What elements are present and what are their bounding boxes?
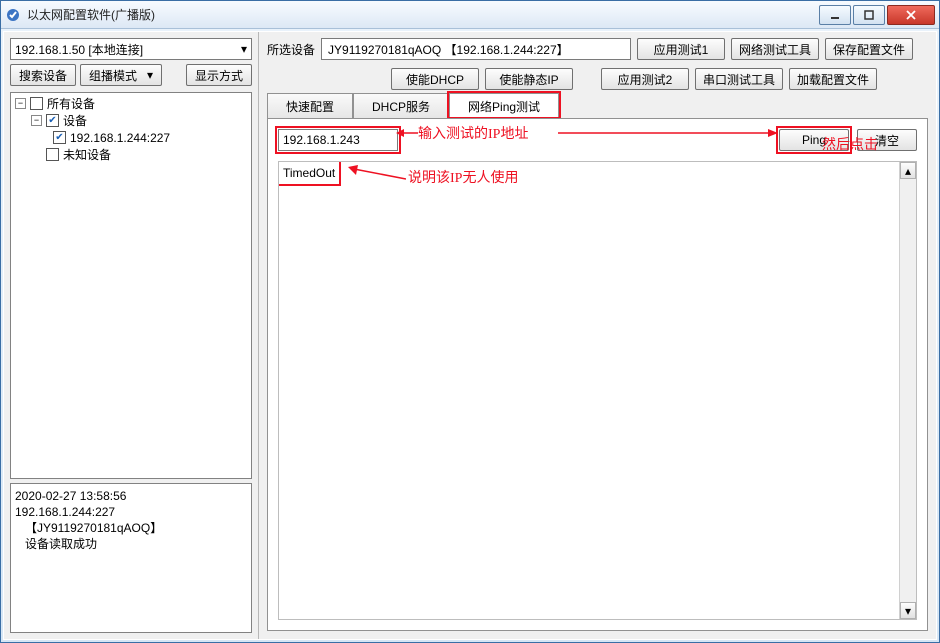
save-config-button[interactable]: 保存配置文件 xyxy=(825,38,913,60)
annotation-arrow-ip xyxy=(396,127,418,139)
app-test-2-button[interactable]: 应用测试2 xyxy=(601,68,689,90)
selected-device-label: 所选设备 xyxy=(267,41,315,58)
app-icon xyxy=(5,7,21,23)
chevron-down-icon: ▾ xyxy=(147,68,153,82)
scroll-track[interactable] xyxy=(900,179,916,602)
ping-output-line: TimedOut xyxy=(283,166,335,180)
log-line: 设备读取成功 xyxy=(15,537,97,551)
app-test-1-button[interactable]: 应用测试1 xyxy=(637,38,725,60)
tree-node-devices[interactable]: − ✔ 设备 xyxy=(11,112,251,129)
annotation-then-click: 然后点击 xyxy=(822,134,878,154)
left-top-controls: 192.168.1.50 [本地连接] ▾ 搜索设备 组播模式▾ 显示方式 xyxy=(4,32,258,92)
app-window: 以太网配置软件(广播版) 192.168.1.50 [本地连接] ▾ 搜索设备 … xyxy=(0,0,940,643)
tree-device-0[interactable]: ✔ 192.168.1.244:227 xyxy=(11,129,251,146)
enable-dhcp-button[interactable]: 使能DHCP xyxy=(391,68,479,90)
tabs: 快速配置 DHCP服务 网络Ping测试 xyxy=(267,92,928,118)
device-tree[interactable]: − 所有设备 − ✔ 设备 ✔ 192.168.1.244:227 未知设备 xyxy=(10,92,252,479)
search-devices-button[interactable]: 搜索设备 xyxy=(10,64,76,86)
annotation-arrow-ping xyxy=(558,127,778,139)
log-line: 192.168.1.244:227 xyxy=(15,505,115,519)
serial-test-tool-button[interactable]: 串口测试工具 xyxy=(695,68,783,90)
multicast-mode-button[interactable]: 组播模式▾ xyxy=(80,64,162,86)
minimize-button[interactable] xyxy=(819,5,851,25)
tab-quick-config[interactable]: 快速配置 xyxy=(267,93,353,119)
annotation-box-tab xyxy=(447,91,561,119)
vertical-scrollbar[interactable]: ▴ ▾ xyxy=(899,162,916,619)
checkbox-checked-icon[interactable]: ✔ xyxy=(46,114,59,127)
load-config-button[interactable]: 加载配置文件 xyxy=(789,68,877,90)
close-button[interactable] xyxy=(887,5,935,25)
scroll-down-icon[interactable]: ▾ xyxy=(900,602,916,619)
tree-node-unknown[interactable]: 未知设备 xyxy=(11,146,251,163)
collapse-icon[interactable]: − xyxy=(31,115,42,126)
log-line: 【JY9119270181qAOQ】 xyxy=(15,521,162,535)
right-panel: 所选设备 JY9119270181qAOQ 【192.168.1.244:227… xyxy=(259,32,936,639)
scroll-up-icon[interactable]: ▴ xyxy=(900,162,916,179)
checkbox-unchecked-icon[interactable] xyxy=(46,148,59,161)
tab-dhcp-service[interactable]: DHCP服务 xyxy=(353,93,449,119)
annotation-box-ip xyxy=(275,126,401,154)
tree-root-all[interactable]: − 所有设备 xyxy=(11,95,251,112)
log-line: 2020-02-27 13:58:56 xyxy=(15,489,126,503)
log-output[interactable]: 2020-02-27 13:58:56 192.168.1.244:227 【J… xyxy=(10,483,252,633)
checkbox-unchecked-icon[interactable] xyxy=(30,97,43,110)
ping-output[interactable]: TimedOut ▴ ▾ xyxy=(278,161,917,620)
left-panel: 192.168.1.50 [本地连接] ▾ 搜索设备 组播模式▾ 显示方式 − … xyxy=(4,32,259,639)
display-mode-button[interactable]: 显示方式 xyxy=(186,64,252,86)
client-area: 192.168.1.50 [本地连接] ▾ 搜索设备 组播模式▾ 显示方式 − … xyxy=(3,31,937,640)
adapter-combo-value: 192.168.1.50 [本地连接] xyxy=(15,41,143,58)
annotation-enter-ip: 输入测试的IP地址 xyxy=(418,123,528,143)
chevron-down-icon: ▾ xyxy=(241,42,247,56)
maximize-button[interactable] xyxy=(853,5,885,25)
selected-device-box: JY9119270181qAOQ 【192.168.1.244:227】 xyxy=(321,38,631,60)
network-test-tool-button[interactable]: 网络测试工具 xyxy=(731,38,819,60)
window-buttons xyxy=(817,5,935,25)
top-row-2: 使能DHCP 使能静态IP 应用测试2 串口测试工具 加载配置文件 xyxy=(259,62,936,92)
tab-ping-test[interactable]: 网络Ping测试 xyxy=(449,93,559,119)
adapter-combo[interactable]: 192.168.1.50 [本地连接] ▾ xyxy=(10,38,252,60)
top-row-1: 所选设备 JY9119270181qAOQ 【192.168.1.244:227… xyxy=(259,32,936,62)
annotation-ip-unused: 说明该IP无人使用 xyxy=(408,167,518,187)
collapse-icon[interactable]: − xyxy=(15,98,26,109)
ping-ip-input[interactable]: 192.168.1.243 xyxy=(278,129,398,151)
window-title: 以太网配置软件(广播版) xyxy=(27,6,817,23)
enable-static-ip-button[interactable]: 使能静态IP xyxy=(485,68,573,90)
annotation-box-timeout xyxy=(278,161,341,186)
ping-tab-page: 192.168.1.243 Ping 清空 TimedOut xyxy=(267,118,928,631)
titlebar: 以太网配置软件(广播版) xyxy=(1,1,939,29)
checkbox-checked-icon[interactable]: ✔ xyxy=(53,131,66,144)
annotation-arrow-timeout xyxy=(346,165,406,185)
